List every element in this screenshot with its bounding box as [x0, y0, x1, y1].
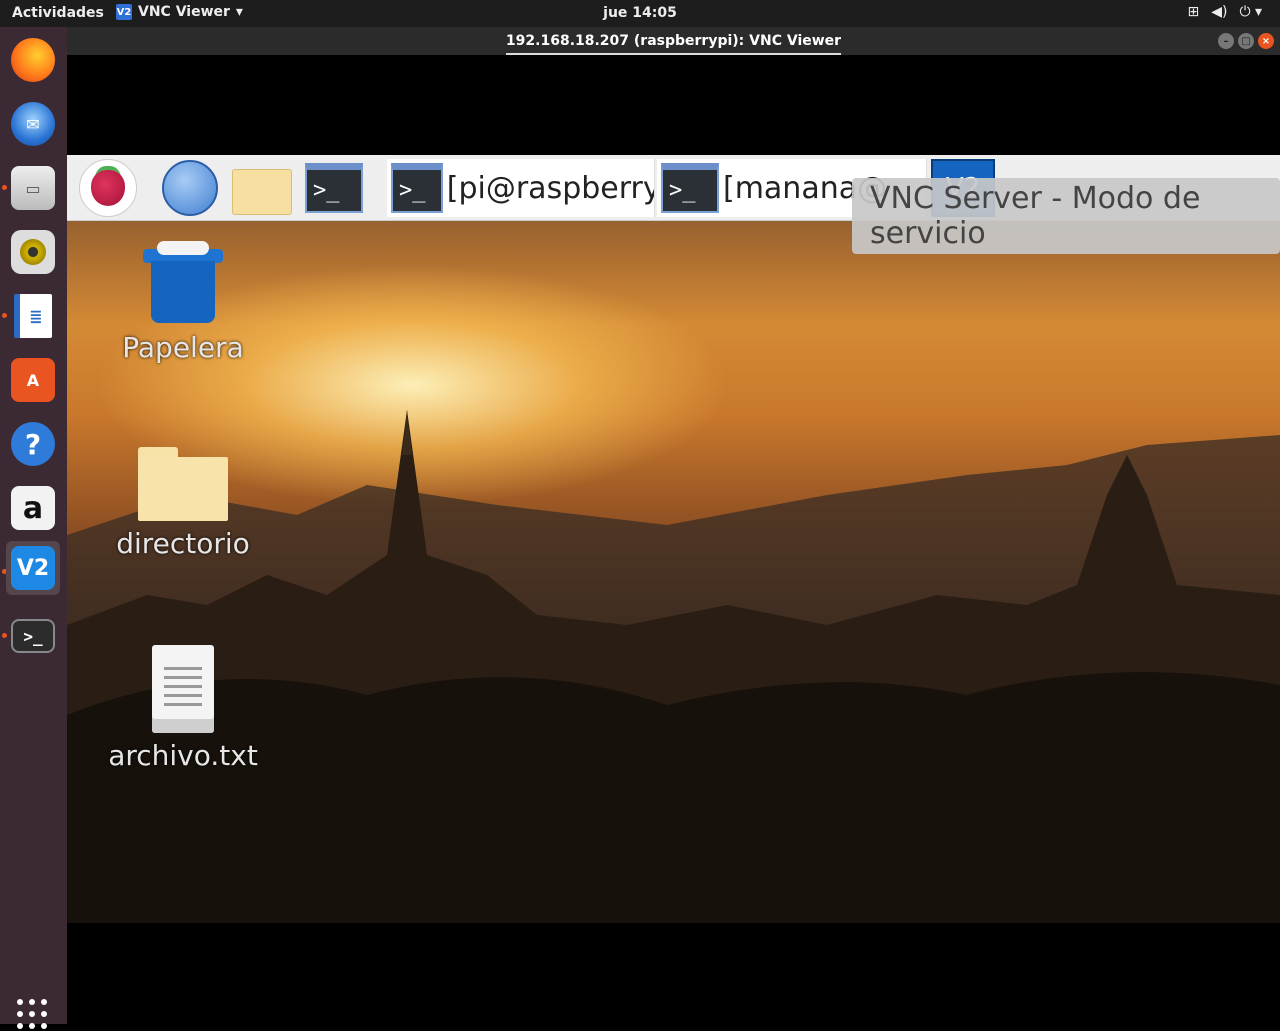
dock-item-help[interactable]: ? — [6, 417, 60, 471]
terminal-icon: >_ — [305, 163, 363, 213]
desktop-icon-text-file[interactable]: archivo.txt — [83, 645, 283, 772]
desktop-icon-label: directorio — [116, 527, 250, 560]
dock-item-writer[interactable]: ≣ — [6, 289, 60, 343]
raspberry-menu-button[interactable] — [79, 159, 137, 217]
vnc-icon: V2 — [11, 546, 55, 590]
volume-icon: ◀) — [1211, 4, 1228, 20]
window-title: 192.168.18.207 (raspberrypi): VNC Viewer — [505, 33, 842, 55]
app-menu[interactable]: V2 VNC Viewer ▾ — [116, 4, 243, 20]
software-icon: A — [11, 358, 55, 402]
dock-item-files[interactable]: ▭ — [6, 161, 60, 215]
maximize-button[interactable]: □ — [1238, 33, 1254, 49]
clock[interactable]: jue 14:05 — [603, 5, 677, 21]
power-icon: ⏻ ▾ — [1239, 4, 1262, 20]
text-file-icon — [152, 645, 214, 733]
firefox-icon — [11, 38, 55, 82]
dock-item-amazon[interactable]: a — [6, 481, 60, 535]
help-icon: ? — [11, 422, 55, 466]
show-applications-button[interactable] — [17, 999, 49, 1031]
taskbar-item-label: [pi@raspberry... — [446, 170, 654, 206]
file-manager-button[interactable] — [232, 159, 292, 217]
amazon-icon: a — [11, 486, 55, 530]
system-menu[interactable]: ⊞ ◀) ⏻ ▾ — [1187, 4, 1262, 20]
dock-item-firefox[interactable] — [6, 33, 60, 87]
tooltip-text: VNC Server - Modo de servicio — [870, 181, 1201, 251]
taskbar-item-terminal-pi[interactable]: >_ [pi@raspberry... — [387, 159, 655, 217]
remote-desktop[interactable]: >_ >_ [pi@raspberry... >_ [manana@ V2 VN… — [67, 155, 1280, 923]
raspberry-icon — [79, 159, 137, 217]
vnc-server-tooltip: VNC Server - Modo de servicio — [852, 178, 1280, 254]
terminal-icon: >_ — [391, 163, 443, 213]
terminal-icon: >_ — [661, 163, 719, 213]
chevron-down-icon: ▾ — [235, 4, 243, 20]
folder-icon — [138, 447, 228, 521]
thunderbird-icon: ✉ — [11, 102, 55, 146]
folders-icon — [232, 169, 292, 215]
window-titlebar[interactable]: 192.168.18.207 (raspberrypi): VNC Viewer… — [67, 27, 1280, 55]
network-icon: ⊞ — [1187, 4, 1200, 20]
web-browser-button[interactable] — [162, 159, 218, 217]
minimize-button[interactable]: – — [1218, 33, 1234, 49]
dock-item-vnc-viewer[interactable]: V2 — [6, 541, 60, 595]
app-menu-label: VNC Viewer — [138, 4, 230, 20]
dock: ✉ ▭ ≣ A ? a V2 >_ — [0, 27, 67, 1029]
desktop-icon-label: Papelera — [122, 331, 244, 364]
files-icon: ▭ — [11, 166, 55, 210]
trash-icon — [143, 241, 223, 325]
top-bar: Actividades V2 VNC Viewer ▾ jue 14:05 ⊞ … — [0, 0, 1280, 27]
desktop-icon-trash[interactable]: Papelera — [83, 241, 283, 364]
desktop-icon-folder[interactable]: directorio — [83, 447, 283, 560]
writer-icon: ≣ — [14, 294, 52, 338]
terminal-launcher-button[interactable]: >_ — [305, 159, 363, 217]
desktop-icon-label: archivo.txt — [108, 739, 258, 772]
dock-item-terminal[interactable]: >_ — [6, 609, 60, 663]
activities-button[interactable]: Actividades — [12, 5, 104, 21]
dock-item-thunderbird[interactable]: ✉ — [6, 97, 60, 151]
vnc-viewer-window: 192.168.18.207 (raspberrypi): VNC Viewer… — [67, 27, 1280, 1024]
dock-item-software[interactable]: A — [6, 353, 60, 407]
rhythmbox-icon — [11, 230, 55, 274]
globe-icon — [162, 160, 218, 216]
close-button[interactable]: × — [1258, 33, 1274, 49]
terminal-icon: >_ — [11, 619, 55, 653]
vnc-icon: V2 — [116, 4, 132, 20]
dock-item-rhythmbox[interactable] — [6, 225, 60, 279]
